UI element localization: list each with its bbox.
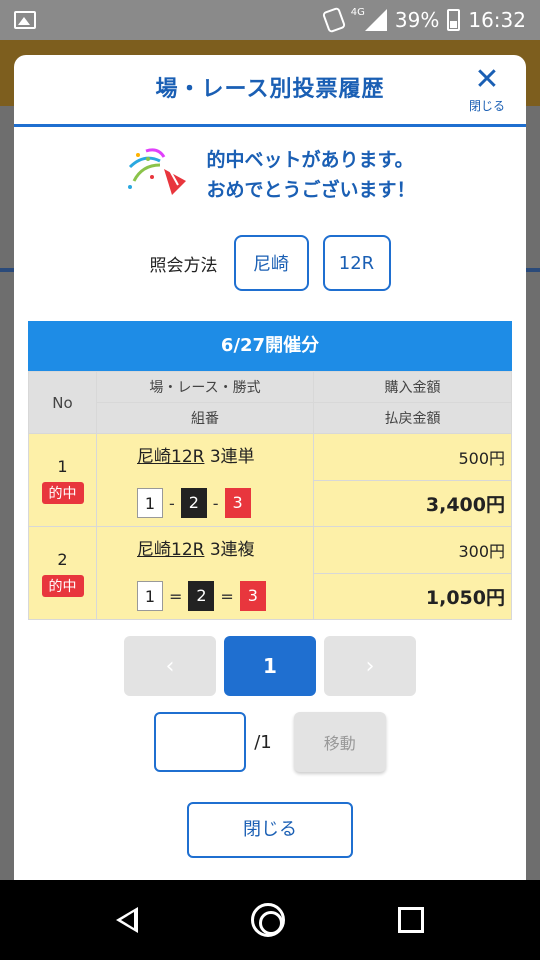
close-icon: ✕: [474, 62, 500, 97]
combination-separator: =: [169, 586, 183, 606]
header-no: No: [28, 371, 97, 434]
gallery-icon: [14, 11, 36, 29]
boat-number-3: 3: [224, 488, 251, 518]
move-button[interactable]: 移動: [293, 712, 386, 772]
signal-icon: [364, 9, 387, 31]
combination: 1 = 2 = 3: [137, 573, 313, 619]
boat-number-2: 2: [188, 581, 215, 611]
history-modal: 場・レース別投票履歴 ✕ 閉じる 的中ベットがあります。 おめでとうございます！…: [14, 55, 526, 885]
hit-message-line1: 的中ベットがあります。: [206, 149, 414, 171]
next-page-button[interactable]: ›: [324, 636, 416, 696]
hit-badge: 的中: [41, 574, 84, 597]
header-race-type: 場・レース・勝式: [96, 371, 314, 403]
page-jump: /1 移動: [14, 712, 526, 772]
date-header: 6/27開催分: [28, 321, 512, 371]
combination-separator: -: [212, 493, 219, 513]
current-page-button[interactable]: 1: [224, 636, 316, 696]
back-icon[interactable]: [116, 907, 139, 933]
header-payout: 払戻金額: [313, 402, 512, 434]
modal-title: 場・レース別投票履歴: [155, 77, 385, 102]
row-number: 1: [57, 456, 68, 476]
modal-header: 場・レース別投票履歴 ✕ 閉じる: [14, 55, 526, 127]
hit-badge: 的中: [41, 481, 84, 504]
purchase-amount: 500円: [313, 433, 512, 481]
history-table: 6/27開催分 No 場・レース・勝式 購入金額 組番 払戻金額 1 的中 尼崎…: [28, 321, 512, 620]
close-x-label: 閉じる: [468, 99, 505, 113]
payout-amount: 3,400円: [313, 479, 512, 527]
combination-separator: -: [169, 493, 175, 513]
payout-amount: 1,050円: [313, 572, 512, 620]
hit-message: 的中ベットがあります。 おめでとうございます！: [14, 145, 526, 205]
combination-separator: =: [220, 586, 234, 606]
battery-percent: 39%: [394, 8, 440, 32]
page-total: /1: [254, 731, 272, 753]
recent-apps-icon[interactable]: [397, 907, 424, 933]
race-chip[interactable]: 12R: [322, 235, 391, 291]
boat-number-1: 1: [137, 581, 163, 611]
prev-page-button[interactable]: ‹: [124, 636, 216, 696]
table-row: 2 的中 尼崎12R 3連複 1 = 2 = 3 300円: [28, 526, 512, 620]
bet-type: 3連単: [209, 447, 255, 467]
query-method: 照会方法 尼崎 12R: [14, 235, 526, 291]
boat-number-2: 2: [180, 488, 207, 518]
bet-table: No 場・レース・勝式 購入金額 組番 払戻金額 1 的中 尼崎12R 3連単: [28, 371, 512, 620]
battery-icon: [447, 9, 461, 31]
party-popper-icon: [128, 148, 187, 195]
purchase-amount: 300円: [313, 526, 512, 574]
page-number-input[interactable]: [154, 712, 247, 772]
header-combination: 組番: [96, 402, 314, 434]
combination: 1 - 2 - 3: [137, 480, 313, 526]
clock: 16:32: [468, 8, 526, 32]
close-x-button[interactable]: ✕ 閉じる: [462, 65, 512, 114]
table-row: 1 的中 尼崎12R 3連単 1 - 2 - 3 500円: [28, 433, 512, 527]
bet-type: 3連複: [209, 540, 255, 560]
hit-message-line2: おめでとうございます！: [206, 179, 416, 201]
android-nav-bar: [0, 880, 540, 960]
home-icon[interactable]: [250, 903, 285, 937]
boat-number-3: 3: [239, 581, 266, 611]
close-button[interactable]: 閉じる: [187, 802, 353, 858]
row-number: 2: [57, 549, 68, 569]
header-purchase: 購入金額: [313, 371, 512, 403]
network-type: 4G: [350, 6, 365, 18]
query-label: 照会方法: [149, 255, 218, 276]
venue-chip[interactable]: 尼崎: [233, 235, 309, 291]
pagination: ‹ 1 ›: [14, 636, 526, 696]
boat-number-1: 1: [137, 488, 163, 518]
race-link[interactable]: 尼崎12R: [137, 447, 204, 467]
status-bar: 4G 39% 16:32: [0, 0, 540, 40]
race-link[interactable]: 尼崎12R: [137, 540, 204, 560]
phone-vibrate-icon: [321, 6, 347, 34]
